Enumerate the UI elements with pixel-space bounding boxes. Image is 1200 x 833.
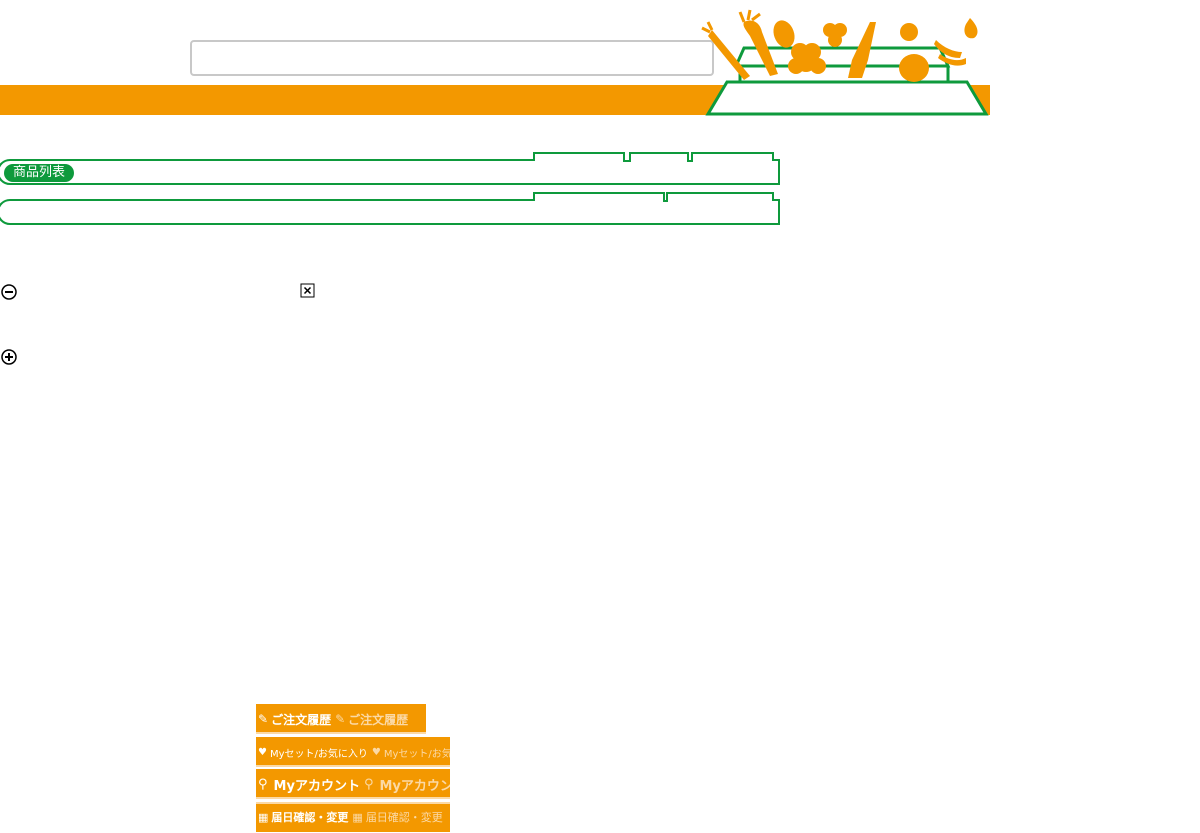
collapse-minus-icon[interactable] <box>1 284 17 300</box>
notepad-icon: ✎ <box>335 712 346 726</box>
close-box-icon[interactable] <box>300 283 316 299</box>
heart-icon: ♥ <box>258 746 267 758</box>
stripe <box>256 802 450 804</box>
heart-icon: ♥ <box>371 746 381 758</box>
notepad-icon: ✎ <box>258 712 269 726</box>
calendar-icon: ▦ <box>352 810 363 824</box>
delivery-date-button[interactable]: ▦ 届日確認・変更 ▦ 届日確認・変更 <box>256 802 450 832</box>
stripe <box>256 797 450 799</box>
order-history-hover: ✎ ご注文履歴 <box>335 712 409 727</box>
delivery-date-hover: ▦ 届日確認・変更 <box>352 810 443 825</box>
product-list-label[interactable]: 商品列表 <box>4 164 75 182</box>
myset-favorites-button[interactable]: ♥ Myセット/お気に入り ♥ Myセット/お気に入り <box>256 737 450 767</box>
vegetable-basket-logo <box>701 9 989 116</box>
search-input[interactable] <box>190 40 714 76</box>
key-icon: ⚲ <box>258 776 268 792</box>
my-account-hover: ⚲ Myアカウント <box>363 776 450 794</box>
stripe <box>256 732 426 734</box>
my-account-button[interactable]: ⚲ Myアカウント ⚲ Myアカウント <box>256 769 450 799</box>
myset-hover: ♥ Myセット/お気に入り <box>371 746 450 760</box>
stripe <box>256 765 450 767</box>
calendar-icon: ▦ <box>258 810 269 824</box>
product-list-frame <box>0 152 780 185</box>
order-history-normal: ✎ ご注文履歴 <box>258 712 332 727</box>
my-account-normal: ⚲ Myアカウント <box>258 776 360 794</box>
second-list-frame <box>0 192 780 225</box>
order-history-button[interactable]: ✎ ご注文履歴 ✎ ご注文履歴 <box>256 704 426 734</box>
key-icon: ⚲ <box>363 776 374 792</box>
expand-plus-icon[interactable] <box>1 349 17 365</box>
delivery-date-normal: ▦ 届日確認・変更 <box>258 810 349 825</box>
myset-normal: ♥ Myセット/お気に入り <box>258 746 368 760</box>
